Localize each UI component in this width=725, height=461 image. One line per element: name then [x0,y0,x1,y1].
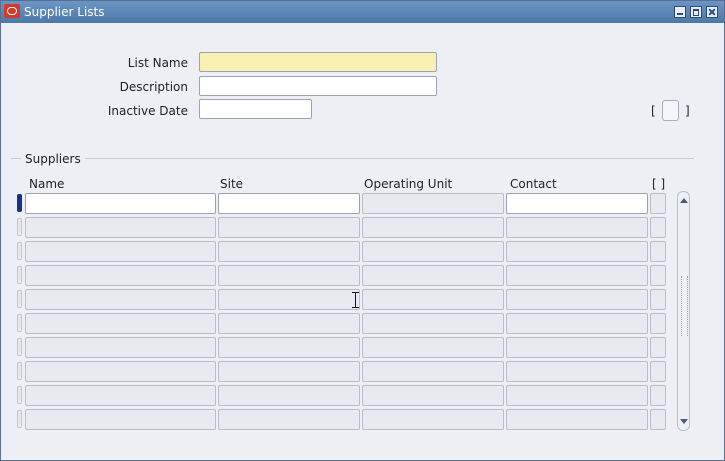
row-indicator[interactable] [17,386,22,404]
table-row[interactable] [17,192,669,214]
contact-cell[interactable] [506,265,648,286]
header-flexfield[interactable] [662,100,679,121]
contact-cell[interactable] [506,289,648,310]
close-button[interactable] [706,6,718,18]
row-flexfield-cell[interactable] [650,361,666,382]
operating-unit-cell[interactable] [362,217,504,238]
description-field[interactable] [199,76,437,96]
name-cell[interactable] [25,409,216,430]
header-flexfield-close-bracket: ] [685,104,690,118]
scroll-down-icon[interactable] [680,419,688,424]
minimize-button[interactable] [674,6,686,18]
contact-cell[interactable] [506,217,648,238]
site-cell[interactable] [218,361,360,382]
name-cell[interactable] [25,289,216,310]
suppliers-scrollbar[interactable] [677,191,690,431]
site-cell[interactable] [218,313,360,334]
row-flexfield-cell[interactable] [650,385,666,406]
row-indicator[interactable] [17,314,22,332]
inactive-date-label: Inactive Date [107,104,188,118]
name-cell[interactable] [25,337,216,358]
row-flexfield-cell[interactable] [650,217,666,238]
operating-unit-cell[interactable] [362,409,504,430]
text-cursor-icon [352,292,359,308]
window-title: Supplier Lists [24,5,105,19]
row-indicator[interactable] [17,194,22,212]
operating-unit-cell[interactable] [362,289,504,310]
table-row[interactable] [17,288,669,310]
table-row[interactable] [17,312,669,334]
name-cell[interactable] [25,361,216,382]
name-cell[interactable] [25,313,216,334]
site-cell[interactable] [218,289,360,310]
list-name-label: List Name [127,56,188,70]
table-row[interactable] [17,384,669,406]
oracle-logo-icon [4,4,20,18]
table-row[interactable] [17,336,669,358]
site-cell[interactable] [218,409,360,430]
row-flexfield-cell[interactable] [650,193,666,214]
site-cell[interactable] [218,241,360,262]
site-cell[interactable] [218,385,360,406]
inactive-date-field[interactable] [199,99,312,119]
suppliers-divider [11,158,694,159]
site-cell[interactable] [218,337,360,358]
contact-cell[interactable] [506,385,648,406]
table-row[interactable] [17,264,669,286]
column-header-operating-unit: Operating Unit [364,177,453,191]
table-row[interactable] [17,360,669,382]
row-indicator[interactable] [17,266,22,284]
operating-unit-cell[interactable] [362,337,504,358]
row-flexfield-cell[interactable] [650,289,666,310]
row-flexfield-cell[interactable] [650,313,666,334]
contact-cell[interactable] [506,409,648,430]
name-cell[interactable] [25,265,216,286]
contact-cell[interactable] [506,361,648,382]
row-indicator[interactable] [17,242,22,260]
name-cell[interactable] [25,217,216,238]
column-header-flexfield: [ ] [652,177,666,191]
row-flexfield-cell[interactable] [650,409,666,430]
contact-cell[interactable] [506,193,648,214]
description-label: Description [119,80,188,94]
operating-unit-cell[interactable] [362,265,504,286]
maximize-button[interactable] [690,6,702,18]
operating-unit-cell[interactable] [362,193,504,214]
name-cell[interactable] [25,241,216,262]
table-row[interactable] [17,408,669,430]
scroll-thumb[interactable] [681,276,688,336]
contact-cell[interactable] [506,313,648,334]
title-bar[interactable]: Supplier Lists [1,1,724,23]
operating-unit-cell[interactable] [362,241,504,262]
column-header-contact: Contact [510,177,557,191]
row-flexfield-cell[interactable] [650,265,666,286]
contact-cell[interactable] [506,241,648,262]
supplier-lists-window: Supplier Lists List Name Description Ina… [0,0,725,461]
column-header-site: Site [220,177,244,191]
contact-cell[interactable] [506,337,648,358]
row-flexfield-cell[interactable] [650,337,666,358]
site-cell[interactable] [218,217,360,238]
header-flexfield-open-bracket: [ [651,104,656,118]
operating-unit-cell[interactable] [362,361,504,382]
operating-unit-cell[interactable] [362,313,504,334]
row-indicator[interactable] [17,218,22,236]
list-name-field[interactable] [199,52,437,72]
row-indicator[interactable] [17,410,22,428]
scroll-up-icon[interactable] [680,198,688,203]
table-row[interactable] [17,216,669,238]
column-header-name: Name [29,177,65,191]
suppliers-section-title: Suppliers [21,152,85,166]
row-flexfield-cell[interactable] [650,241,666,262]
operating-unit-cell[interactable] [362,385,504,406]
row-indicator[interactable] [17,290,22,308]
site-cell[interactable] [218,193,360,214]
name-cell[interactable] [25,193,216,214]
site-cell[interactable] [218,265,360,286]
row-indicator[interactable] [17,362,22,380]
table-row[interactable] [17,240,669,262]
name-cell[interactable] [25,385,216,406]
row-indicator[interactable] [17,338,22,356]
